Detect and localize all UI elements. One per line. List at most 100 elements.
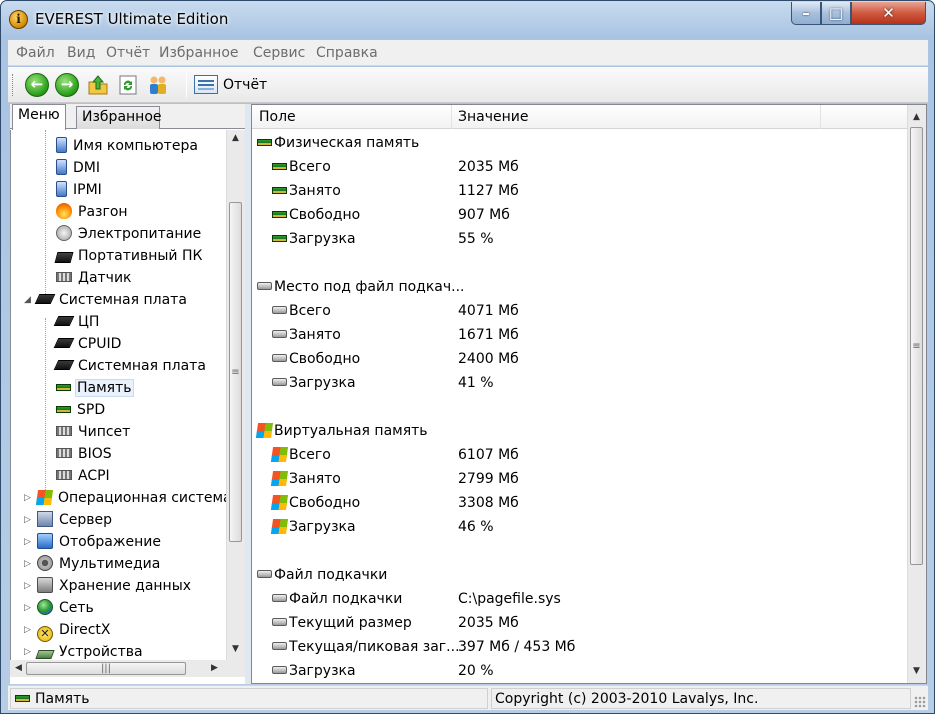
tree-item[interactable]: BIOS bbox=[56, 443, 114, 465]
tree-item[interactable]: IPMI bbox=[56, 179, 104, 201]
report-button[interactable]: Отчёт bbox=[223, 77, 267, 93]
disk-icon bbox=[272, 594, 287, 602]
tree-expander-icon[interactable]: ▷ bbox=[24, 575, 31, 597]
tree-expander-icon[interactable]: ▷ bbox=[24, 531, 31, 553]
tree-item[interactable]: Портативный ПК bbox=[54, 245, 204, 267]
maximize-button[interactable]: □ bbox=[821, 2, 851, 25]
details-vertical-scrollbar[interactable]: ▲ ≡ ▼ bbox=[907, 105, 926, 683]
group-header-row[interactable]: Место под файл подкач... bbox=[252, 275, 902, 299]
field-cell: Загрузка bbox=[272, 227, 356, 251]
menu-favorites[interactable]: Избранное bbox=[159, 45, 239, 61]
tab-favorites[interactable]: Избранное bbox=[76, 106, 162, 129]
tree-item[interactable]: Память bbox=[56, 377, 134, 399]
up-button[interactable] bbox=[86, 73, 110, 97]
table-row[interactable]: Загрузка 20 % bbox=[252, 659, 902, 682]
report-icon[interactable] bbox=[194, 75, 218, 94]
menu-file[interactable]: Файл bbox=[16, 45, 55, 61]
tree-expander-icon[interactable]: ▷ bbox=[24, 509, 31, 531]
forward-button[interactable]: → bbox=[55, 73, 79, 97]
tree-item[interactable]: Имя компьютера bbox=[56, 135, 200, 157]
menu-service[interactable]: Сервис bbox=[253, 45, 305, 61]
tree-item-label: ACPI bbox=[78, 468, 110, 484]
field-cell: Загрузка bbox=[272, 659, 356, 682]
field-cell: Занято bbox=[272, 179, 341, 203]
group-header-row[interactable]: Файл подкачки bbox=[252, 563, 902, 587]
back-button[interactable]: ← bbox=[25, 73, 49, 97]
minimize-button[interactable]: – bbox=[791, 2, 821, 25]
tree-vertical-scrollbar[interactable]: ▲ ≡ ▼ bbox=[226, 130, 245, 660]
title-bar[interactable]: i EVEREST Ultimate Edition – □ ✕ bbox=[1, 1, 934, 39]
table-row[interactable]: Свободно 3308 Мб bbox=[252, 491, 902, 515]
table-row[interactable]: Всего 2035 Мб bbox=[252, 155, 902, 179]
column-field[interactable]: Поле bbox=[259, 109, 296, 125]
table-row[interactable]: Занято 1671 Мб bbox=[252, 323, 902, 347]
tree-item[interactable]: ▷ Устройства bbox=[24, 641, 145, 660]
column-value[interactable]: Значение bbox=[458, 109, 528, 125]
details-scroll-thumb[interactable]: ≡ bbox=[910, 127, 923, 565]
tree-item[interactable]: Разгон bbox=[56, 201, 130, 223]
table-row[interactable]: Загрузка 55 % bbox=[252, 227, 902, 251]
tree-item[interactable]: ▷ Сеть bbox=[24, 597, 96, 619]
tree-item[interactable]: Системная плата bbox=[53, 355, 208, 377]
users-button[interactable] bbox=[146, 73, 170, 97]
table-row[interactable]: Файл подкачки C:\pagefile.sys bbox=[252, 587, 902, 611]
field-name: Загрузка bbox=[289, 231, 356, 247]
pane-tabs: Меню Избранное bbox=[10, 104, 245, 130]
toolbar-grip[interactable] bbox=[12, 74, 15, 96]
tree-item[interactable]: ACPI bbox=[56, 465, 112, 487]
scroll-up-arrow-icon[interactable]: ▲ bbox=[227, 130, 244, 147]
close-button[interactable]: ✕ bbox=[851, 2, 926, 25]
scroll-up-arrow-icon[interactable]: ▲ bbox=[908, 109, 925, 126]
tree-item[interactable]: SPD bbox=[56, 399, 107, 421]
tree-item-label: Устройства bbox=[59, 644, 143, 660]
group-header-row[interactable]: Физическая память bbox=[252, 131, 902, 155]
tree-item[interactable]: ▷ Операционная система bbox=[24, 487, 226, 509]
group-header-row[interactable]: Виртуальная память bbox=[252, 419, 902, 443]
tree-item[interactable]: CPUID bbox=[53, 333, 123, 355]
tree-item[interactable]: ЦП bbox=[53, 311, 101, 333]
table-row[interactable]: Загрузка 41 % bbox=[252, 371, 902, 395]
tree-item[interactable]: Чипсет bbox=[56, 421, 132, 443]
tree-item[interactable]: ▷ Мультимедиа bbox=[24, 553, 162, 575]
resize-grip[interactable] bbox=[914, 696, 926, 708]
tree-expander-icon[interactable]: ▷ bbox=[24, 597, 31, 619]
column-divider[interactable] bbox=[451, 105, 452, 129]
tree-item[interactable]: Датчик bbox=[56, 267, 134, 289]
menu-help[interactable]: Справка bbox=[316, 45, 378, 61]
column-divider[interactable] bbox=[820, 105, 821, 129]
app-icon[interactable]: i bbox=[9, 10, 28, 29]
scroll-right-arrow-icon[interactable]: ▶ bbox=[206, 660, 223, 677]
scroll-down-arrow-icon[interactable]: ▼ bbox=[227, 641, 244, 658]
tree-expander-icon[interactable]: ▷ bbox=[24, 487, 31, 509]
tree-item[interactable]: ▷ ✕ DirectX bbox=[24, 619, 113, 642]
tree-scroll-thumb[interactable]: ≡ bbox=[229, 202, 242, 542]
tree-item[interactable]: DMI bbox=[56, 157, 102, 179]
refresh-button[interactable] bbox=[116, 73, 140, 97]
tree-horizontal-scrollbar[interactable]: ◀ ||| ▶ bbox=[10, 660, 245, 677]
tree-expander-icon[interactable]: ◢ bbox=[24, 289, 31, 311]
tab-menu[interactable]: Меню bbox=[12, 104, 66, 130]
scroll-left-arrow-icon[interactable]: ◀ bbox=[10, 660, 27, 677]
table-row[interactable]: Свободно 907 Мб bbox=[252, 203, 902, 227]
table-row[interactable]: Занято 1127 Мб bbox=[252, 179, 902, 203]
table-row[interactable]: Всего 4071 Мб bbox=[252, 299, 902, 323]
tree-expander-icon[interactable]: ▷ bbox=[24, 619, 31, 641]
table-row[interactable]: Загрузка 46 % bbox=[252, 515, 902, 539]
tree-item-label: Отображение bbox=[59, 534, 161, 550]
tree-item[interactable]: Электропитание bbox=[56, 223, 203, 245]
table-row[interactable]: Свободно 2400 Мб bbox=[252, 347, 902, 371]
tree-hscroll-thumb[interactable]: ||| bbox=[26, 662, 186, 675]
menu-view[interactable]: Вид bbox=[67, 45, 95, 61]
tree-item[interactable]: ▷ Сервер bbox=[24, 509, 114, 531]
tree-expander-icon[interactable]: ▷ bbox=[24, 641, 31, 660]
table-row[interactable]: Текущая/пиковая заг... 397 Мб / 453 Мб bbox=[252, 635, 902, 659]
tree-item[interactable]: ◢ Системная плата bbox=[24, 289, 189, 311]
table-row[interactable]: Занято 2799 Мб bbox=[252, 467, 902, 491]
scroll-down-arrow-icon[interactable]: ▼ bbox=[908, 663, 925, 680]
tree-expander-icon[interactable]: ▷ bbox=[24, 553, 31, 575]
tree-item[interactable]: ▷ Отображение bbox=[24, 531, 163, 553]
menu-report[interactable]: Отчёт bbox=[106, 45, 150, 61]
table-row[interactable]: Текущий размер 2035 Мб bbox=[252, 611, 902, 635]
tree-item[interactable]: ▷ Хранение данных bbox=[24, 575, 193, 597]
table-row[interactable]: Всего 6107 Мб bbox=[252, 443, 902, 467]
